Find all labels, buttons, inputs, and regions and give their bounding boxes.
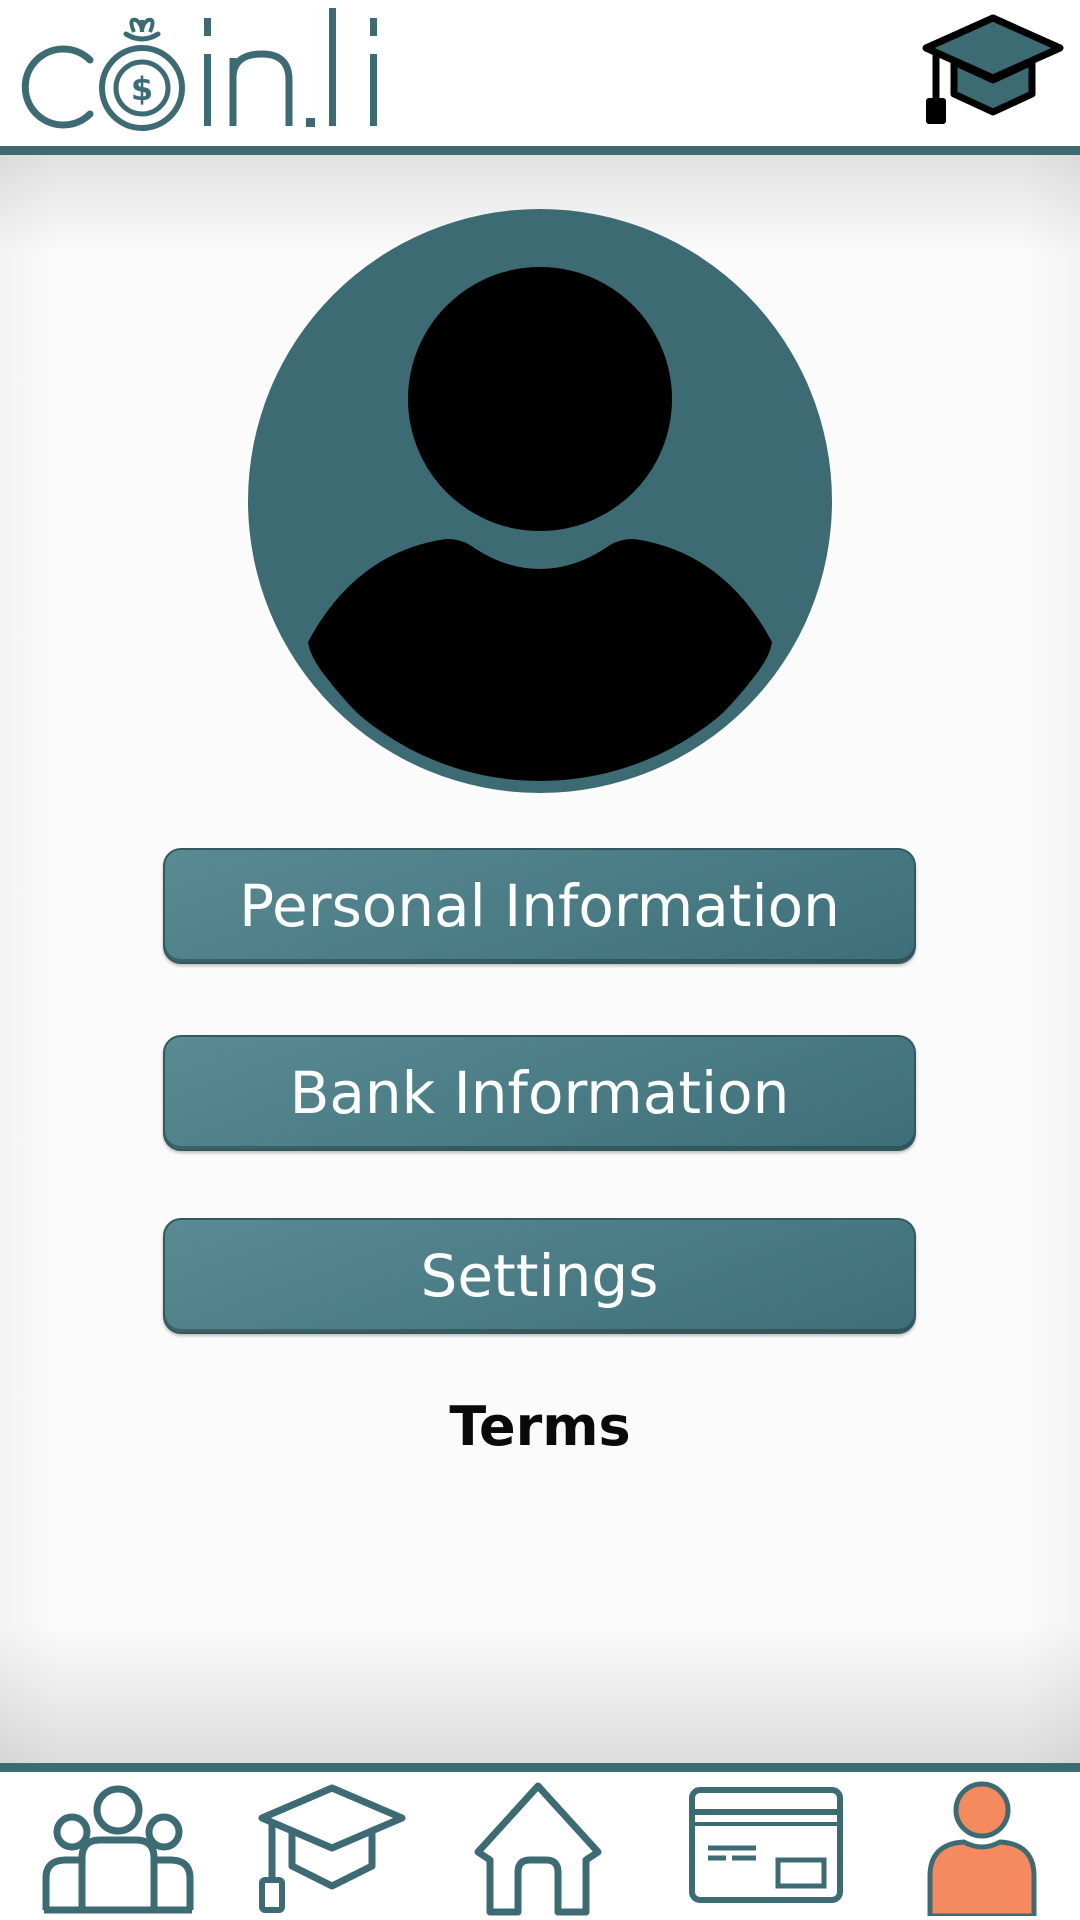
bottom-navigation <box>0 1772 1080 1920</box>
bank-information-label: Bank Information <box>289 1059 790 1127</box>
header-divider <box>0 146 1080 155</box>
money-bag-icon: $ <box>99 17 185 131</box>
settings-button[interactable]: Settings <box>163 1218 916 1334</box>
graduation-cap-icon[interactable] <box>918 12 1068 130</box>
home-icon[interactable] <box>458 1776 618 1916</box>
user-avatar-icon[interactable] <box>246 207 834 795</box>
app-header: $ <box>0 0 1080 150</box>
bottom-nav-divider <box>0 1763 1080 1772</box>
settings-label: Settings <box>420 1242 659 1310</box>
learn-graduation-cap-icon[interactable] <box>252 1776 412 1916</box>
svg-text:$: $ <box>131 70 153 108</box>
personal-information-button[interactable]: Personal Information <box>163 848 916 964</box>
personal-information-label: Personal Information <box>239 872 840 940</box>
profile-screen: $ Personal Information Bank Information … <box>0 0 1080 1920</box>
terms-link[interactable]: Terms <box>0 1395 1080 1458</box>
credit-card-icon[interactable] <box>686 1776 846 1916</box>
app-logo[interactable]: $ <box>8 0 388 140</box>
community-icon[interactable] <box>38 1776 198 1916</box>
bank-information-button[interactable]: Bank Information <box>163 1035 916 1151</box>
profile-icon[interactable] <box>902 1776 1062 1916</box>
